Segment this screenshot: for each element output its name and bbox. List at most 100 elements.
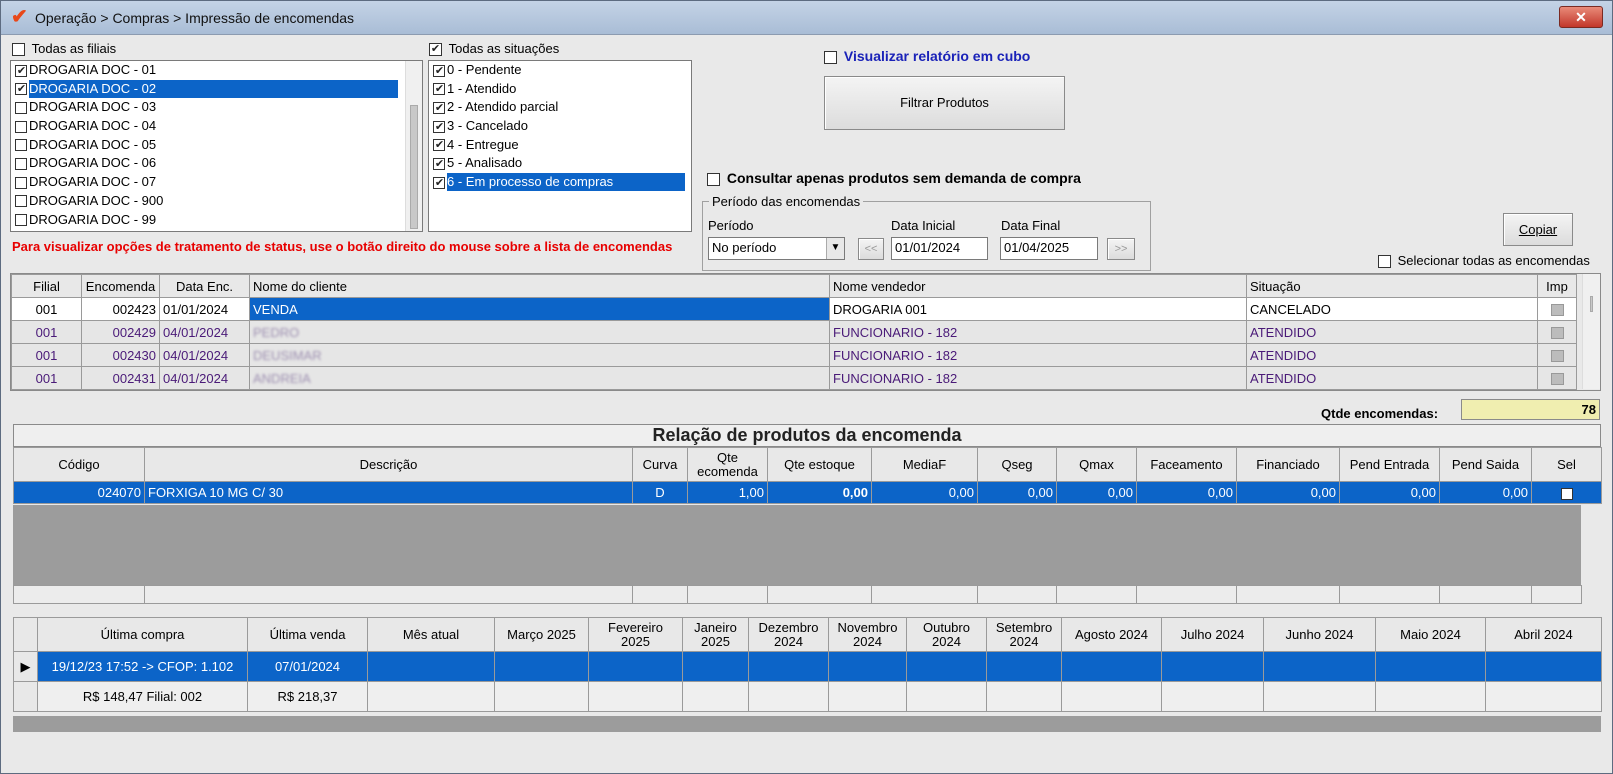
- produtos-column-header[interactable]: Qte estoque: [767, 447, 872, 482]
- periodo-prev-button[interactable]: <<: [858, 238, 884, 260]
- historico-column-header[interactable]: Mês atual: [367, 617, 495, 652]
- imp-checkbox[interactable]: [1550, 327, 1564, 340]
- produto-sel-cell[interactable]: [1531, 481, 1602, 504]
- situacoes-list[interactable]: 0 - Pendente 1 - Atendido 2 - Atendido par…: [428, 60, 692, 232]
- encomendas-column-header[interactable]: Situação: [1246, 274, 1538, 298]
- historico-column-header[interactable]: Maio 2024: [1375, 617, 1486, 652]
- copiar-button[interactable]: Copiar: [1503, 213, 1573, 246]
- produtos-column-header[interactable]: Pend Saida: [1439, 447, 1532, 482]
- encomenda-row[interactable]: 001 002429 04/01/2024 PEDRO FUNCIONARIO - 18…: [11, 320, 1577, 344]
- todas-situacoes-checkbox[interactable]: Todas as situações: [429, 41, 559, 57]
- encomenda-imp-cell[interactable]: [1537, 320, 1577, 344]
- filial-list-item[interactable]: DROGARIA DOC - 05: [11, 136, 422, 155]
- data-final-field[interactable]: 01/04/2025: [1000, 237, 1098, 260]
- filial-checkbox[interactable]: [15, 195, 27, 208]
- produtos-column-header[interactable]: Qseg: [977, 447, 1057, 482]
- filial-list-item[interactable]: DROGARIA DOC - 01: [11, 61, 422, 80]
- periodo-select[interactable]: No período ▼: [708, 237, 845, 260]
- historico-column-header[interactable]: Janeiro 2025: [682, 617, 749, 652]
- situacao-list-item[interactable]: 4 - Entregue: [429, 136, 691, 155]
- encomenda-imp-cell[interactable]: [1537, 343, 1577, 367]
- encomenda-row[interactable]: 001 002431 04/01/2024 ANDREIA FUNCIONARIO - …: [11, 366, 1577, 390]
- historico-column-header[interactable]: Agosto 2024: [1061, 617, 1162, 652]
- situacao-checkbox[interactable]: [433, 101, 445, 114]
- filial-list-item[interactable]: DROGARIA DOC - 02: [11, 79, 422, 99]
- produtos-column-header[interactable]: Qte ecomenda: [687, 447, 768, 482]
- filial-list-item[interactable]: DROGARIA DOC - 03: [11, 98, 422, 117]
- filial-checkbox[interactable]: [15, 139, 27, 152]
- encomenda-row[interactable]: 001 002430 04/01/2024 DEUSIMAR FUNCIONARIO -…: [11, 343, 1577, 367]
- historico-row[interactable]: ▶ 19/12/23 17:52 -> CFOP: 1.102 07/01/2024: [13, 651, 1602, 682]
- historico-column-header[interactable]: Julho 2024: [1161, 617, 1264, 652]
- situacao-list-item[interactable]: 6 - Em processo de compras: [429, 173, 691, 192]
- filial-list-item[interactable]: DROGARIA DOC - 04: [11, 117, 422, 136]
- imp-checkbox[interactable]: [1550, 304, 1564, 317]
- situacao-checkbox[interactable]: [433, 64, 445, 77]
- produtos-column-header[interactable]: Qmax: [1056, 447, 1137, 482]
- filtrar-produtos-button[interactable]: Filtrar Produtos: [824, 76, 1065, 130]
- produtos-column-header[interactable]: Curva: [632, 447, 688, 482]
- historico-column-header[interactable]: Fevereiro 2025: [588, 617, 683, 652]
- situacao-list-item[interactable]: 5 - Analisado: [429, 154, 691, 173]
- situacao-checkbox[interactable]: [433, 139, 445, 152]
- situacao-checkbox[interactable]: [433, 83, 445, 96]
- produtos-column-header[interactable]: Descrição: [144, 447, 633, 482]
- situacao-checkbox[interactable]: [433, 120, 445, 133]
- filial-list-item[interactable]: DROGARIA DOC - 99: [11, 211, 422, 230]
- cubo-checkbox[interactable]: Visualizar relatório em cubo: [824, 48, 1030, 64]
- sem-demanda-check[interactable]: [707, 172, 720, 186]
- filial-list-item[interactable]: DROGARIA DOC - 900: [11, 192, 422, 211]
- produtos-column-header[interactable]: Sel: [1531, 447, 1602, 482]
- filial-checkbox[interactable]: [15, 83, 27, 96]
- encomendas-scrollbar[interactable]: [1582, 274, 1600, 389]
- situacao-list-item[interactable]: 3 - Cancelado: [429, 117, 691, 136]
- data-inicial-field[interactable]: 01/01/2024: [891, 237, 988, 260]
- cubo-check[interactable]: [824, 50, 837, 64]
- situacao-list-item[interactable]: 0 - Pendente: [429, 61, 691, 80]
- historico-column-header[interactable]: Última compra: [37, 617, 248, 652]
- historico-column-header[interactable]: Março 2025: [494, 617, 589, 652]
- produtos-column-header[interactable]: Código: [13, 447, 145, 482]
- todas-filiais-check[interactable]: [12, 43, 25, 57]
- produtos-column-header[interactable]: MediaF: [871, 447, 978, 482]
- situacao-checkbox[interactable]: [433, 158, 445, 170]
- produtos-column-header[interactable]: Faceamento: [1136, 447, 1237, 482]
- close-button[interactable]: ✕: [1559, 6, 1603, 28]
- filial-checkbox[interactable]: [15, 64, 27, 77]
- situacao-list-item[interactable]: 2 - Atendido parcial: [429, 98, 691, 117]
- historico-row[interactable]: R$ 148,47 Filial: 002 R$ 218,37: [13, 681, 1602, 712]
- produto-row[interactable]: 024070 FORXIGA 10 MG C/ 30 D 1,00 0,00 0,00 0,…: [13, 481, 1602, 504]
- selecionar-todas-checkbox[interactable]: Selecionar todas as encomendas: [1378, 253, 1590, 269]
- encomendas-column-header[interactable]: Nome vendedor: [829, 274, 1247, 298]
- produto-sel-checkbox[interactable]: [1560, 487, 1573, 500]
- chevron-down-icon[interactable]: ▼: [826, 238, 844, 259]
- todas-situacoes-check[interactable]: [429, 43, 442, 57]
- situacao-list-item[interactable]: 1 - Atendido: [429, 80, 691, 99]
- filial-checkbox[interactable]: [15, 158, 27, 170]
- filiais-list[interactable]: DROGARIA DOC - 01DROGARIA DOC - 02DROGAR…: [10, 60, 423, 232]
- situacao-checkbox[interactable]: [433, 176, 445, 189]
- todas-filiais-checkbox[interactable]: Todas as filiais: [12, 41, 116, 57]
- imp-checkbox[interactable]: [1550, 350, 1564, 363]
- filial-checkbox[interactable]: [15, 101, 27, 114]
- filiais-scrollbar[interactable]: [405, 61, 422, 231]
- encomenda-imp-cell[interactable]: [1537, 366, 1577, 390]
- historico-column-header[interactable]: Junho 2024: [1263, 617, 1376, 652]
- historico-column-header[interactable]: Última venda: [247, 617, 368, 652]
- filial-checkbox[interactable]: [15, 214, 27, 227]
- produtos-column-header[interactable]: Financiado: [1236, 447, 1340, 482]
- encomendas-column-header[interactable]: Nome do cliente: [249, 274, 830, 298]
- encomendas-column-header[interactable]: Encomenda: [81, 274, 160, 298]
- filial-checkbox[interactable]: [15, 120, 27, 133]
- historico-column-header[interactable]: Abril 2024: [1485, 617, 1602, 652]
- encomenda-row[interactable]: 001 002423 01/01/2024 VENDA DROGARIA 001 CANC…: [11, 297, 1577, 321]
- historico-column-header[interactable]: Dezembro 2024: [748, 617, 829, 652]
- encomenda-imp-cell[interactable]: [1537, 297, 1577, 321]
- sem-demanda-checkbox[interactable]: Consultar apenas produtos sem demanda de…: [707, 170, 1081, 186]
- imp-checkbox[interactable]: [1550, 373, 1564, 386]
- historico-column-header[interactable]: Novembro 2024: [828, 617, 907, 652]
- filial-checkbox[interactable]: [15, 176, 27, 189]
- encomendas-column-header[interactable]: Data Enc.: [159, 274, 250, 298]
- encomendas-column-header[interactable]: Filial: [11, 274, 82, 298]
- encomendas-column-header[interactable]: Imp: [1537, 274, 1577, 298]
